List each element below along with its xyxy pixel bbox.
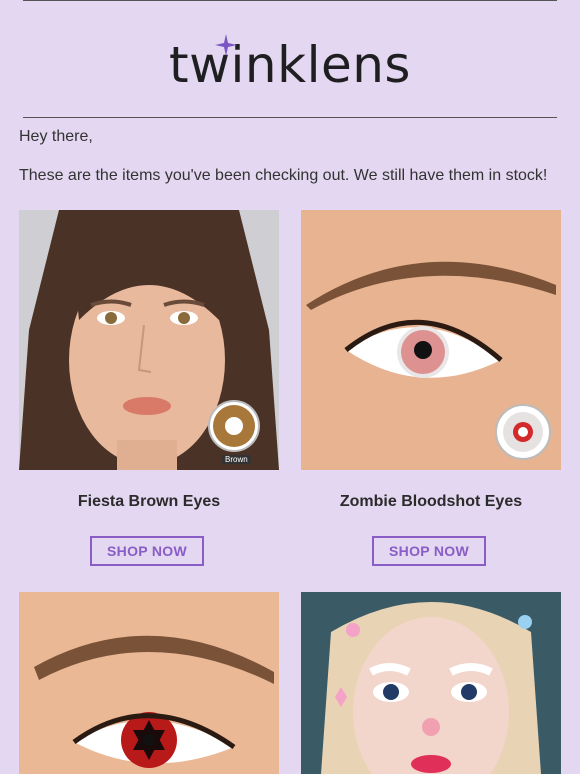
product-title: Fiesta Brown Eyes bbox=[77, 493, 221, 510]
product-image-fiesta-brown[interactable]: Brown bbox=[19, 210, 279, 470]
header-divider bbox=[23, 117, 557, 118]
brand-logo[interactable]: twinklens bbox=[169, 30, 411, 100]
intro-text: These are the items you've been checking… bbox=[19, 167, 548, 184]
sparkle-icon bbox=[215, 34, 238, 56]
product-image-kawaii[interactable] bbox=[301, 592, 561, 774]
shop-now-button[interactable]: SHOP NOW bbox=[90, 536, 204, 566]
product-title: Zombie Bloodshot Eyes bbox=[339, 493, 523, 510]
header-logo-area: twinklens bbox=[0, 30, 580, 100]
shop-now-button[interactable]: SHOP NOW bbox=[372, 536, 486, 566]
top-divider bbox=[23, 0, 557, 1]
swatch-label: Brown bbox=[222, 455, 251, 464]
brand-name: twinklens bbox=[169, 36, 411, 94]
product-image-zombie-bloodshot[interactable] bbox=[301, 210, 561, 470]
greeting-text: Hey there, bbox=[19, 128, 93, 145]
product-image-sharingan[interactable] bbox=[19, 592, 279, 774]
